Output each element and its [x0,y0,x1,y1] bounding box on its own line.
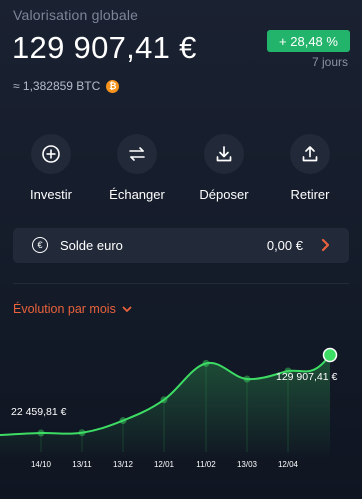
x-tick-label: 13/03 [237,460,258,469]
upload-icon [290,134,330,174]
evolution-chart: 14/10 13/11 13/12 12/01 11/02 13/03 12/04 22 4… [0,330,362,499]
swap-arrows-icon [117,134,157,174]
x-tick-label: 11/02 [196,460,216,469]
data-point [202,359,210,367]
data-point [78,429,86,437]
x-tick-label: 12/01 [154,460,175,469]
euro-balance-label: Solde euro [60,238,123,253]
withdraw-button[interactable]: Retirer [270,134,350,202]
invest-button[interactable]: Investir [11,134,91,202]
end-marker-dot [322,347,338,363]
data-point [119,417,127,425]
euro-balance-value: 0,00 € [266,238,303,253]
plus-circle-icon [31,134,71,174]
section-divider [13,283,349,284]
end-value-label: 129 907,41 € [276,371,338,383]
period-label[interactable]: 7 jours [312,55,348,69]
x-tick-label: 12/04 [278,460,299,469]
data-point [160,396,168,404]
exchange-label: Échanger [109,187,165,202]
bitcoin-icon: ₿ [106,79,120,93]
invest-label: Investir [30,187,72,202]
download-icon [204,134,244,174]
btc-value: ≈ 1,382859 BTC [13,79,101,93]
exchange-button[interactable]: Échanger [97,134,177,202]
current-value-marker[interactable] [322,347,338,363]
euro-balance-card[interactable]: € Solde euro 0,00 € [13,228,349,263]
start-value-label: 22 459,81 € [11,406,67,418]
x-tick-label: 13/11 [72,460,92,469]
change-badge: + 28,48 % [267,30,350,52]
data-point [37,429,45,437]
evolution-selector[interactable]: Évolution par mois [13,302,132,316]
euro-icon: € [32,237,48,253]
x-tick-label: 13/12 [113,460,134,469]
x-tick-label: 14/10 [31,460,52,469]
deposit-label: Déposer [199,187,249,202]
chevron-right-icon [321,238,330,257]
chevron-down-icon [122,302,132,316]
evolution-label: Évolution par mois [13,302,116,316]
valuation-title: Valorisation globale [13,7,139,23]
withdraw-label: Retirer [290,187,330,202]
total-amount: 129 907,41 € [12,30,197,65]
data-point [243,375,251,383]
btc-equivalent: ≈ 1,382859 BTC ₿ [13,79,120,93]
action-bar: Investir Échanger Déposer Retirer [0,134,362,204]
deposit-button[interactable]: Déposer [184,134,264,202]
